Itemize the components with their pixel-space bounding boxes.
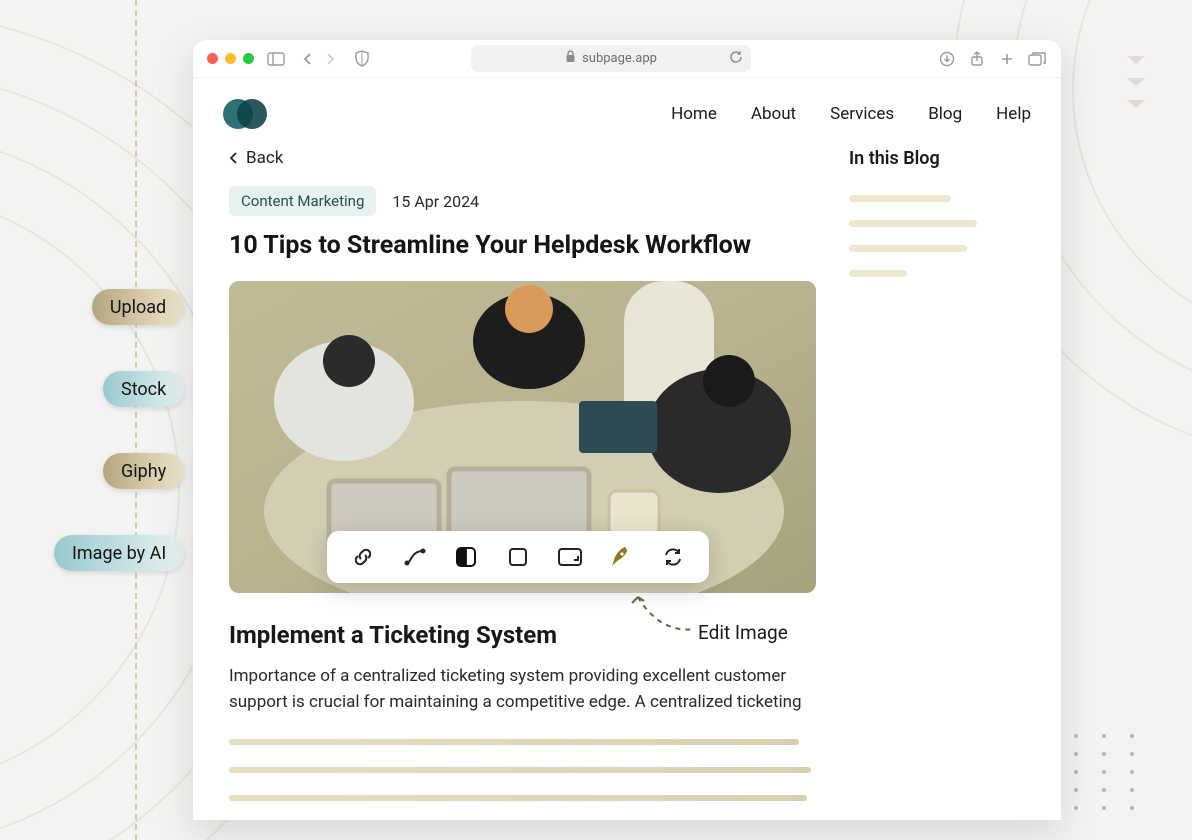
shield-icon[interactable] xyxy=(352,49,372,69)
section-heading: Implement a Ticketing System xyxy=(229,621,819,649)
nav-menu: Home About Services Blog Help xyxy=(671,104,1031,124)
reload-icon[interactable] xyxy=(729,50,743,68)
site-logo[interactable] xyxy=(223,98,267,130)
post-date: 15 Apr 2024 xyxy=(392,192,479,211)
pen-icon[interactable] xyxy=(604,540,638,574)
text-placeholder xyxy=(229,795,807,801)
nav-home[interactable]: Home xyxy=(671,104,717,124)
article-main: Back Content Marketing 15 Apr 2024 10 Ti… xyxy=(229,148,819,820)
window-controls[interactable] xyxy=(207,53,254,64)
link-icon[interactable] xyxy=(346,540,380,574)
toc-placeholder xyxy=(849,245,967,252)
post-title: 10 Tips to Streamline Your Helpdesk Work… xyxy=(229,230,819,263)
back-link[interactable]: Back xyxy=(229,148,283,168)
site-header: Home About Services Blog Help xyxy=(193,78,1061,138)
square-icon[interactable] xyxy=(501,540,535,574)
text-placeholder xyxy=(229,767,811,773)
stock-pill[interactable]: Stock xyxy=(103,371,184,407)
category-tag[interactable]: Content Marketing xyxy=(229,186,376,216)
nav-forward-icon[interactable] xyxy=(320,49,340,69)
toc-placeholder xyxy=(849,220,977,227)
refresh-icon[interactable] xyxy=(656,540,690,574)
section-body: Importance of a centralized ticketing sy… xyxy=(229,663,819,716)
tabs-icon[interactable] xyxy=(1027,49,1047,69)
nav-help[interactable]: Help xyxy=(996,104,1031,124)
curve-icon[interactable] xyxy=(398,540,432,574)
giphy-pill[interactable]: Giphy xyxy=(103,453,184,489)
table-of-contents: In this Blog xyxy=(849,148,1025,820)
lock-icon xyxy=(565,50,576,67)
text-placeholder xyxy=(229,739,799,745)
aside-title: In this Blog xyxy=(849,148,1025,169)
sidebar-toggle-icon[interactable] xyxy=(266,49,286,69)
nav-back-icon[interactable] xyxy=(298,49,318,69)
image-editor-toolbar xyxy=(327,531,709,583)
aspect-icon[interactable] xyxy=(553,540,587,574)
upload-pill[interactable]: Upload xyxy=(92,289,184,325)
download-icon[interactable] xyxy=(937,49,957,69)
hero-image[interactable] xyxy=(229,281,816,593)
browser-window: subpage.app Home About Services Blog Hel… xyxy=(193,40,1061,820)
contrast-icon[interactable] xyxy=(449,540,483,574)
new-tab-icon[interactable] xyxy=(997,49,1017,69)
toc-placeholder xyxy=(849,195,951,202)
share-icon[interactable] xyxy=(967,49,987,69)
chevron-left-icon xyxy=(229,151,238,165)
nav-about[interactable]: About xyxy=(751,104,796,124)
address-bar[interactable]: subpage.app xyxy=(471,45,751,72)
nav-services[interactable]: Services xyxy=(830,104,894,124)
address-url: subpage.app xyxy=(582,51,657,66)
decorative-chevrons xyxy=(1125,54,1147,112)
toc-placeholder xyxy=(849,270,907,277)
ai-pill[interactable]: Image by AI xyxy=(54,535,184,571)
back-label: Back xyxy=(246,148,283,168)
browser-titlebar: subpage.app xyxy=(193,40,1061,78)
nav-blog[interactable]: Blog xyxy=(928,104,962,124)
